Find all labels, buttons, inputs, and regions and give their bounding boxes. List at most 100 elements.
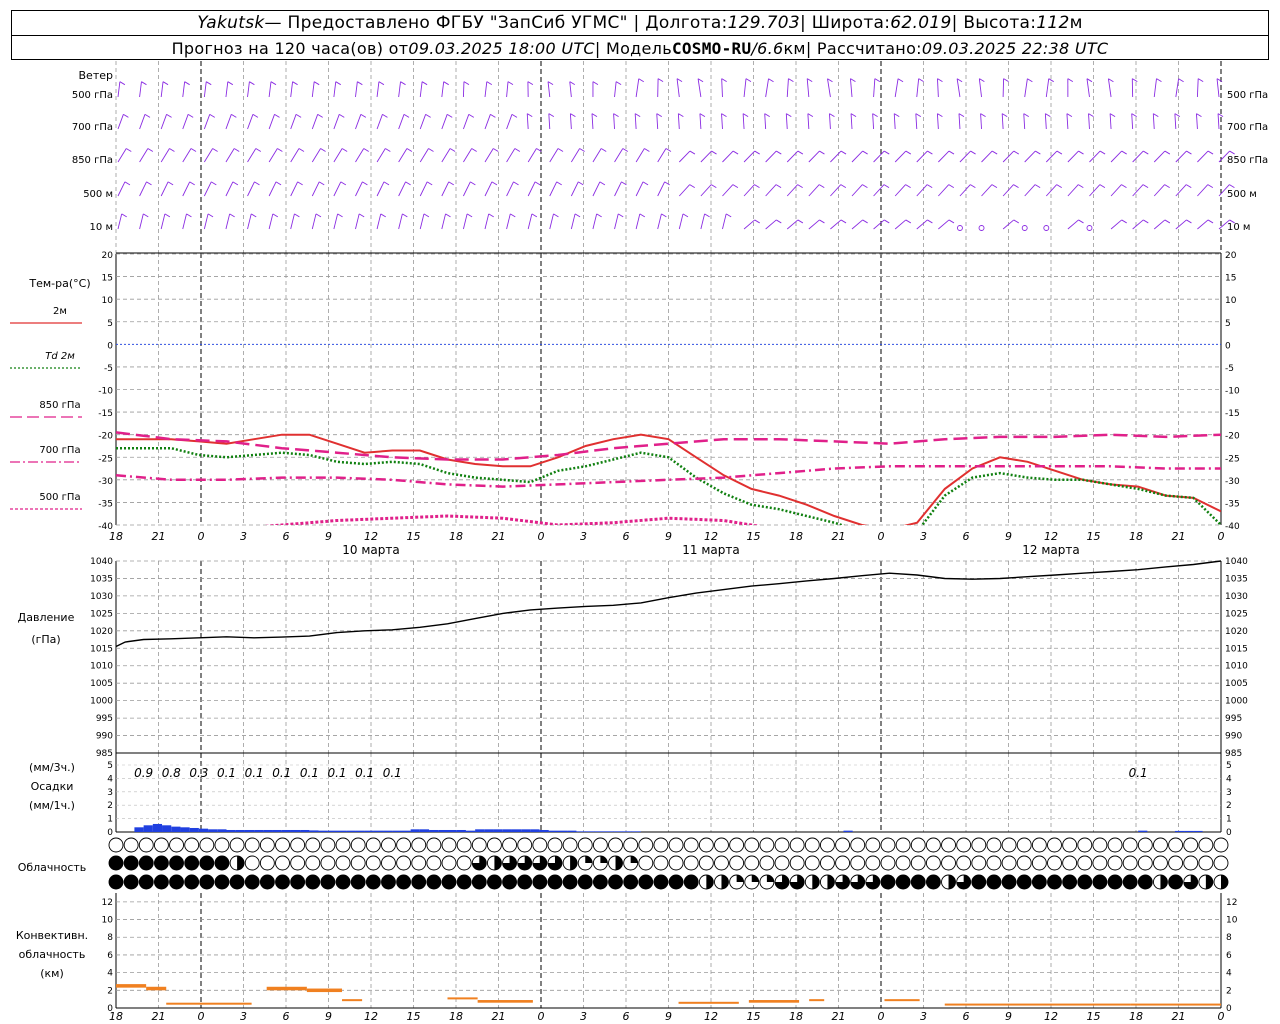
cloud-symbol — [623, 874, 639, 890]
cloud-circle — [290, 837, 306, 853]
wind-barb — [203, 213, 209, 230]
conv-tick-label-right: 10 — [1226, 916, 1238, 926]
wind-barb-feather — [229, 213, 235, 218]
cloud-circle — [865, 837, 881, 853]
wind-barb-feather — [205, 81, 212, 86]
day-label: 11 марта — [682, 543, 739, 557]
precip-amount-label: 0.1 — [300, 766, 319, 780]
cloud-symbol — [1016, 837, 1032, 853]
precip-bar — [208, 829, 218, 832]
temp-tick-label-right: -35 — [1225, 499, 1240, 509]
cloud-symbol — [365, 837, 381, 853]
wind-barb-feather — [207, 213, 214, 218]
time-tick-label-bottom: 6 — [623, 1010, 630, 1023]
wind-barb — [290, 114, 297, 130]
cloud-symbol — [108, 855, 124, 871]
cloud-circle — [789, 837, 805, 853]
wind-barb — [398, 181, 406, 197]
wind-barb — [937, 78, 939, 98]
cloud-circle — [789, 855, 805, 871]
temp-tick-label-right: -15 — [1225, 409, 1240, 419]
cloud-symbol — [426, 855, 442, 871]
cloud-symbol — [320, 855, 336, 871]
cloud-symbol — [1183, 855, 1199, 871]
pressure-tick-label-right: 1035 — [1225, 574, 1248, 584]
precip-bar — [843, 830, 853, 832]
cloud-symbol — [592, 874, 608, 890]
cloud-symbol — [956, 874, 972, 890]
cloud-circle — [804, 855, 820, 871]
cloud-symbol — [411, 855, 427, 871]
cloud-symbol — [532, 837, 548, 853]
wind-barb — [570, 213, 576, 230]
wind-barb — [742, 113, 745, 130]
wind-barb-feather — [721, 78, 727, 82]
wind-barb-feather — [313, 81, 320, 86]
wind-barb — [591, 113, 594, 130]
cloud-symbol — [138, 837, 154, 853]
wind-barb — [182, 81, 186, 98]
wind-barb-feather — [764, 113, 770, 118]
wind-barb — [678, 184, 691, 197]
wind-level-label: 700 гПа — [72, 122, 113, 133]
pressure-tick-label: 990 — [96, 732, 113, 742]
cloud-circle — [259, 837, 275, 853]
cloud-symbol — [123, 837, 139, 853]
cloud-symbol — [653, 837, 669, 853]
conv-bar — [447, 997, 478, 1000]
conv-bar — [944, 1003, 1131, 1006]
wind-barb — [807, 113, 810, 130]
wind-barb — [311, 181, 320, 197]
cloud-symbol — [547, 874, 563, 890]
cloud-fill-full — [1032, 875, 1047, 889]
pressure-tick-label: 1020 — [90, 627, 113, 637]
cloud-symbol — [1047, 855, 1062, 871]
cloud-symbol — [925, 855, 941, 871]
time-tick-label-bottom: 21 — [152, 1010, 166, 1023]
cloud-circle — [925, 837, 941, 853]
cloud-symbol — [835, 837, 851, 853]
cloud-symbol — [774, 855, 790, 871]
cloud-symbol — [1092, 855, 1108, 871]
cloud-symbol — [123, 874, 139, 890]
time-tick-label-bottom: 12 — [704, 1010, 718, 1023]
wind-barb-feather — [574, 213, 581, 218]
wind-barb — [376, 148, 386, 163]
wind-barb-feather — [1078, 219, 1084, 224]
precip-bar — [263, 829, 273, 832]
cloud-fill-full — [442, 875, 457, 889]
wind-barb — [851, 150, 863, 163]
wind-barb-feather — [449, 148, 456, 152]
cloud-symbol — [668, 874, 684, 890]
wind-barb — [1175, 150, 1187, 163]
wind-barb-feather — [488, 213, 494, 218]
temp-tick-label-right: -20 — [1225, 432, 1240, 442]
cloud-symbol — [1107, 874, 1123, 890]
cloud-symbol — [275, 837, 290, 853]
cloud-symbol — [108, 837, 124, 853]
wind-barb-feather — [190, 148, 197, 152]
wind-barb — [1175, 78, 1180, 98]
wind-barb-feather — [991, 150, 998, 155]
cloud-circle — [729, 837, 745, 853]
wind-barb — [657, 181, 666, 197]
wind-barb-feather — [1003, 78, 1009, 82]
cloud-circle — [819, 855, 835, 871]
wind-barb-feather — [470, 181, 476, 186]
cloud-symbol — [956, 855, 972, 871]
cloud-circle — [517, 837, 533, 853]
temp-legend-label: 500 гПа — [39, 492, 80, 503]
wind-barb — [765, 150, 777, 163]
cloud-fill-part — [766, 875, 774, 882]
wind-barb-feather — [340, 181, 347, 186]
wind-barb — [203, 181, 212, 197]
wind-barb-feather — [294, 213, 300, 218]
cloud-symbol — [320, 837, 336, 853]
wind-barb-feather — [141, 81, 147, 86]
wind-barb-feather — [166, 113, 172, 118]
cloud-circle — [411, 837, 427, 853]
temp-tick-label-right: 15 — [1225, 274, 1236, 284]
wind-barb-feather — [570, 113, 576, 118]
wind-barb — [1197, 184, 1209, 197]
cloud-circle — [229, 837, 245, 853]
